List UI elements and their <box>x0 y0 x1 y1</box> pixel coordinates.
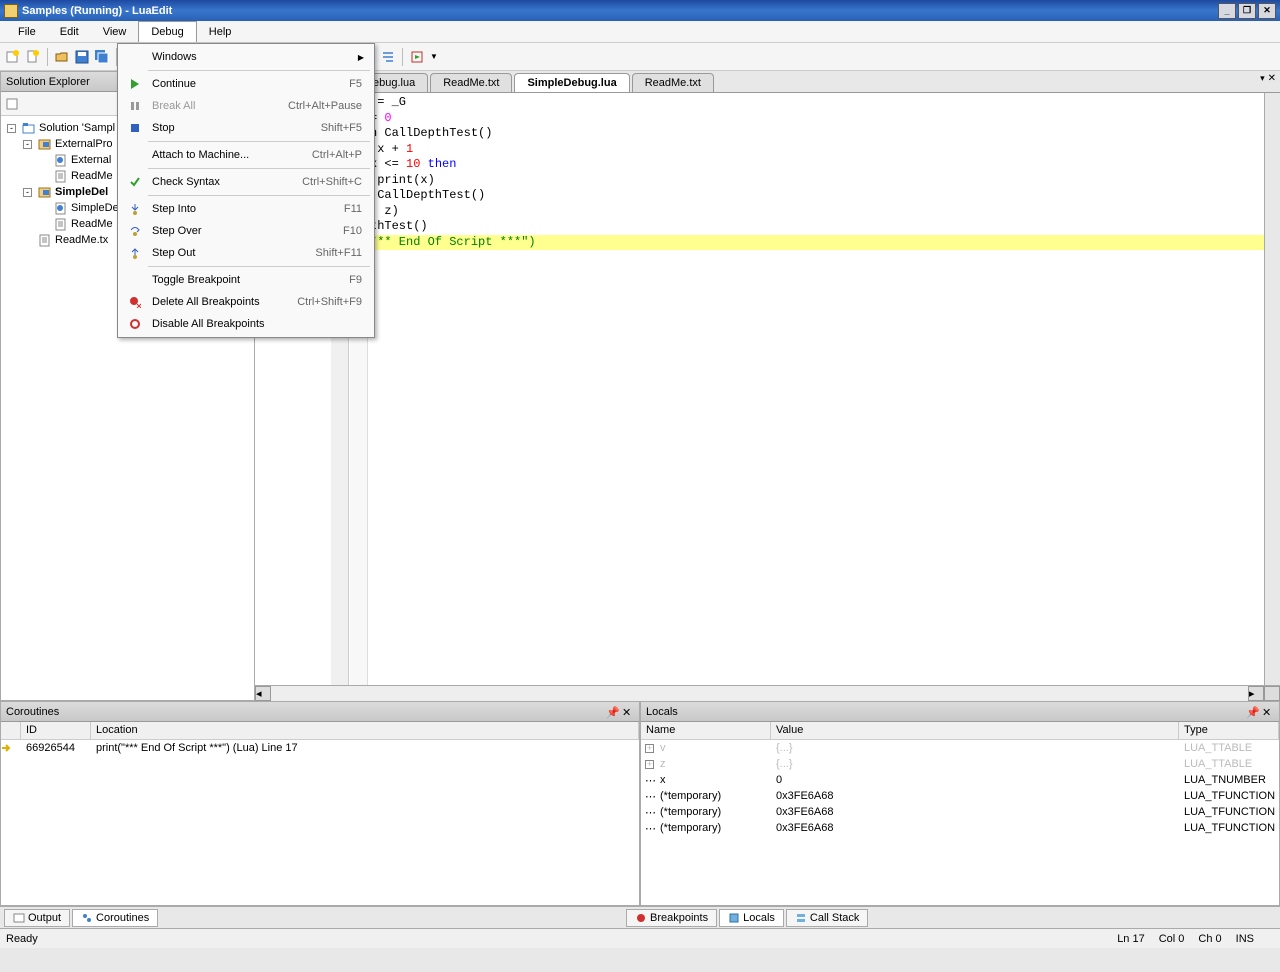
pin-icon[interactable]: 📌 <box>1246 706 1258 718</box>
locals-list[interactable]: +v{...}LUA_TTABLE+z{...}LUA_TTABLE⋯x0LUA… <box>641 740 1279 905</box>
col-location[interactable]: Location <box>91 722 639 739</box>
horizontal-scrollbar[interactable]: ◂ ▸ <box>255 685 1280 701</box>
debug-menu-step-into[interactable]: Step IntoF11 <box>120 198 372 220</box>
locals-row[interactable]: ⋯x0LUA_TNUMBER <box>641 772 1279 788</box>
status-ready: Ready <box>6 933 38 945</box>
saveall-button[interactable] <box>93 48 111 66</box>
close-button[interactable]: ✕ <box>1258 3 1276 19</box>
debug-menu-toggle-breakpoint[interactable]: Toggle BreakpointF9 <box>120 269 372 291</box>
editor-tabs: ebug.luaReadMe.txtSimpleDebug.luaReadMe.… <box>255 71 1280 93</box>
scroll-left-button[interactable]: ◂ <box>255 686 271 701</box>
col-type[interactable]: Type <box>1179 722 1279 739</box>
bottom-tab-coroutines[interactable]: Coroutines <box>72 909 158 927</box>
status-ch: Ch 0 <box>1198 933 1221 945</box>
bottom-tab-breakpoints[interactable]: Breakpoints <box>626 909 717 927</box>
locals-row[interactable]: +z{...}LUA_TTABLE <box>641 756 1279 772</box>
bottom-tabs: OutputCoroutines BreakpointsLocalsCall S… <box>0 906 1280 928</box>
editor-tab[interactable]: SimpleDebug.lua <box>514 73 629 92</box>
menu-help[interactable]: Help <box>197 21 244 42</box>
minimize-button[interactable]: _ <box>1218 3 1236 19</box>
bottom-tab-locals[interactable]: Locals <box>719 909 784 927</box>
locals-row[interactable]: ⋯(*temporary)0x3FE6A68LUA_TFUNCTION <box>641 820 1279 836</box>
maximize-button[interactable]: ❐ <box>1238 3 1256 19</box>
menu-file[interactable]: File <box>6 21 48 42</box>
dropdown-arrow-icon[interactable]: ▼ <box>428 52 440 61</box>
debug-menu-windows[interactable]: Windows▶ <box>120 46 372 68</box>
bottom-tab-output[interactable]: Output <box>4 909 70 927</box>
pin-icon[interactable]: 📌 <box>606 706 618 718</box>
vertical-scrollbar[interactable] <box>1264 93 1280 685</box>
run-button[interactable] <box>408 48 426 66</box>
menu-view[interactable]: View <box>91 21 139 42</box>
editor-tab[interactable]: ReadMe.txt <box>632 73 714 92</box>
col-id[interactable]: ID <box>21 722 91 739</box>
save-button[interactable] <box>73 48 91 66</box>
status-col: Col 0 <box>1159 933 1185 945</box>
tab-dropdown-icon[interactable]: ▾ <box>1260 73 1265 84</box>
debug-menu-break-all[interactable]: Break AllCtrl+Alt+Pause <box>120 95 372 117</box>
locals-row[interactable]: ⋯(*temporary)0x3FE6A68LUA_TFUNCTION <box>641 788 1279 804</box>
debug-menu-step-over[interactable]: Step OverF10 <box>120 220 372 242</box>
status-ins: INS <box>1236 933 1254 945</box>
new-project-button[interactable] <box>4 48 22 66</box>
menu-debug[interactable]: Debug <box>138 21 196 42</box>
debug-menu-delete-all-breakpoints[interactable]: Delete All BreakpointsCtrl+Shift+F9 <box>120 291 372 313</box>
coroutine-row[interactable]: 66926544print("*** End Of Script ***") (… <box>1 740 639 756</box>
code-area[interactable]: = _G= 0n CallDepthTest() x + 1x <= 10 th… <box>255 93 1280 685</box>
coroutines-list[interactable]: 66926544print("*** End Of Script ***") (… <box>1 740 639 905</box>
close-icon[interactable]: ✕ <box>622 706 634 718</box>
refresh-button[interactable] <box>5 97 19 111</box>
editor-tab[interactable]: ReadMe.txt <box>430 73 512 92</box>
debug-dropdown-menu: Windows▶ ContinueF5Break AllCtrl+Alt+Paus… <box>117 43 375 338</box>
tab-close-icon[interactable]: ✕ <box>1268 73 1276 84</box>
window-title: Samples (Running) - LuaEdit <box>22 5 172 17</box>
coroutines-panel: Coroutines 📌 ✕ ID Location 66926544print… <box>0 701 640 906</box>
debug-menu-attach-to-machine-[interactable]: Attach to Machine...Ctrl+Alt+P <box>120 144 372 166</box>
scroll-right-button[interactable]: ▸ <box>1248 686 1264 701</box>
app-icon <box>4 4 18 18</box>
coroutines-title: Coroutines <box>6 706 59 718</box>
bottom-tab-call-stack[interactable]: Call Stack <box>786 909 869 927</box>
debug-menu-continue[interactable]: ContinueF5 <box>120 73 372 95</box>
indent-button[interactable] <box>379 48 397 66</box>
col-value[interactable]: Value <box>771 722 1179 739</box>
title-bar: Samples (Running) - LuaEdit _ ❐ ✕ <box>0 0 1280 21</box>
debug-menu-stop[interactable]: StopShift+F5 <box>120 117 372 139</box>
locals-title: Locals <box>646 706 678 718</box>
open-button[interactable] <box>53 48 71 66</box>
menu-edit[interactable]: Edit <box>48 21 91 42</box>
status-bar: Ready Ln 17 Col 0 Ch 0 INS <box>0 928 1280 948</box>
close-icon[interactable]: ✕ <box>1262 706 1274 718</box>
new-file-button[interactable] <box>24 48 42 66</box>
debug-menu-check-syntax[interactable]: Check SyntaxCtrl+Shift+C <box>120 171 372 193</box>
locals-panel: Locals 📌 ✕ Name Value Type +v{...}LUA_TT… <box>640 701 1280 906</box>
locals-row[interactable]: ⋯(*temporary)0x3FE6A68LUA_TFUNCTION <box>641 804 1279 820</box>
col-name[interactable]: Name <box>641 722 771 739</box>
debug-menu-step-out[interactable]: Step OutShift+F11 <box>120 242 372 264</box>
status-line: Ln 17 <box>1117 933 1145 945</box>
code-editor: ebug.luaReadMe.txtSimpleDebug.luaReadMe.… <box>255 71 1280 701</box>
locals-row[interactable]: +v{...}LUA_TTABLE <box>641 740 1279 756</box>
menu-bar: File Edit View Debug Help <box>0 21 1280 43</box>
debug-menu-disable-all-breakpoints[interactable]: Disable All Breakpoints <box>120 313 372 335</box>
